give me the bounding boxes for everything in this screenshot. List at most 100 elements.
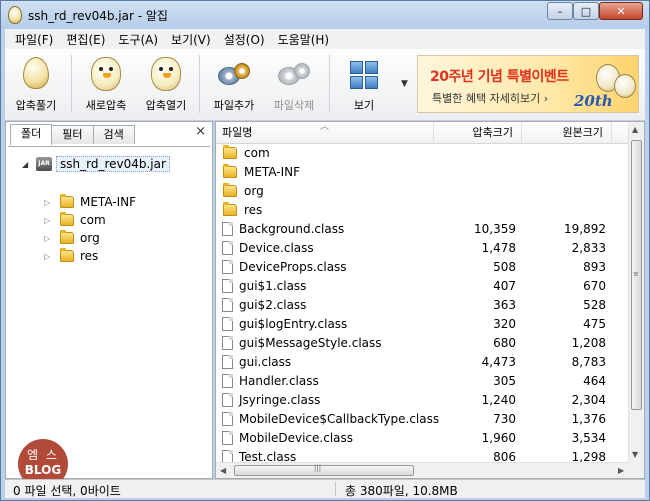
tab-folder[interactable]: 폴더 — [10, 124, 53, 145]
window-controls: – □ ✕ — [547, 2, 643, 20]
folder-icon — [60, 248, 74, 262]
close-panel-icon[interactable]: × — [195, 124, 206, 139]
scroll-left-icon[interactable]: ◀ — [220, 466, 226, 475]
column-packed[interactable]: 압축크기 — [434, 122, 522, 144]
collapse-icon[interactable]: ◢ — [22, 160, 36, 169]
menu-view[interactable]: 보기(V) — [165, 31, 218, 48]
tab-search[interactable]: 검색 — [92, 125, 135, 144]
delete-file-button[interactable]: 파일삭제 — [263, 53, 325, 117]
folder-icon — [223, 202, 237, 216]
table-row[interactable]: gui.class 4,473 8,783 — [216, 353, 630, 372]
file-name-cell: Device.class — [222, 241, 314, 255]
file-icon — [222, 298, 233, 312]
table-row[interactable]: DeviceProps.class 508 893 — [216, 258, 630, 277]
tree-node[interactable]: ▷ META-INF — [44, 193, 136, 211]
packed-size: 508 — [493, 260, 516, 274]
original-size: 2,833 — [571, 241, 606, 255]
original-size: 1,376 — [571, 412, 606, 426]
add-file-button[interactable]: 파일추가 — [203, 53, 265, 117]
close-button[interactable]: ✕ — [599, 2, 643, 20]
menu-settings[interactable]: 설정(O) — [218, 31, 272, 48]
file-name: MobileDevice$CallbackType.class — [239, 412, 440, 426]
menu-file[interactable]: 파일(F) — [9, 31, 60, 48]
tree-root[interactable]: ◢ JAR ssh_rd_rev04b.jar — [22, 155, 170, 173]
file-name: gui$MessageStyle.class — [239, 336, 382, 350]
column-size[interactable]: 원본크기 — [522, 122, 612, 144]
table-row[interactable]: org — [216, 182, 630, 201]
table-row[interactable]: gui$logEntry.class 320 475 — [216, 315, 630, 334]
vertical-scrollbar[interactable]: ▲ ≡ ▼ — [628, 122, 644, 462]
expand-icon[interactable]: ▷ — [44, 234, 60, 243]
file-name: Device.class — [239, 241, 314, 255]
horizontal-scroll-thumb[interactable] — [234, 465, 414, 476]
file-name: gui.class — [239, 355, 292, 369]
status-bar: 0 파일 선택, 0바이트 총 380파일, 10.8MB — [5, 479, 645, 498]
banner-headline: 20주년 기념 특별이벤트 — [430, 69, 569, 85]
folder-panel: 폴더 필터 검색 × ◢ JAR ssh_rd_rev04b.jar ▷ MET… — [5, 121, 213, 489]
table-row[interactable]: Handler.class 305 464 — [216, 372, 630, 391]
open-archive-button[interactable]: 압축열기 — [135, 53, 197, 117]
tree-node[interactable]: ▷ org — [44, 229, 100, 247]
view-button[interactable]: 보기 — [333, 53, 395, 117]
table-row[interactable]: Test.class 806 1,298 — [216, 448, 630, 462]
view-dropdown-icon[interactable]: ▼ — [401, 79, 408, 89]
table-row[interactable]: Device.class 1,478 2,833 — [216, 239, 630, 258]
menu-edit[interactable]: 편집(E) — [60, 31, 112, 48]
toolbar-divider — [199, 55, 200, 113]
file-name: gui$2.class — [239, 298, 307, 312]
scroll-down-icon[interactable]: ▼ — [632, 450, 638, 459]
expand-icon[interactable]: ▷ — [44, 216, 60, 225]
file-name: META-INF — [244, 165, 301, 179]
file-name-cell: gui$MessageStyle.class — [222, 336, 382, 350]
list-header: 파일명 ︿ 압축크기 원본크기 — [216, 122, 630, 144]
menu-tools[interactable]: 도구(A) — [112, 31, 165, 48]
column-name[interactable]: 파일명 ︿ — [216, 122, 434, 144]
file-name: gui$1.class — [239, 279, 307, 293]
chick-open-icon — [151, 57, 181, 91]
tree-root-label[interactable]: ssh_rd_rev04b.jar — [56, 156, 170, 172]
table-row[interactable]: Background.class 10,359 19,892 — [216, 220, 630, 239]
horizontal-scrollbar[interactable]: ◀ ||| ▶ — [216, 462, 630, 478]
expand-icon[interactable]: ▷ — [44, 252, 60, 261]
file-icon — [222, 317, 233, 331]
tab-filter[interactable]: 필터 — [51, 125, 94, 144]
file-name: DeviceProps.class — [239, 260, 347, 274]
packed-size: 730 — [493, 412, 516, 426]
expand-icon[interactable]: ▷ — [44, 198, 60, 207]
folder-icon — [60, 230, 74, 244]
title-bar[interactable]: ssh_rd_rev04b.jar - 알집 – □ ✕ — [1, 1, 649, 29]
packed-size: 1,960 — [481, 431, 516, 445]
maximize-button[interactable]: □ — [573, 2, 599, 20]
add-file-icon — [218, 63, 250, 89]
table-row[interactable]: res — [216, 201, 630, 220]
file-icon — [222, 393, 233, 407]
minimize-button[interactable]: – — [547, 2, 573, 20]
file-name: MobileDevice.class — [239, 431, 354, 445]
table-row[interactable]: gui$1.class 407 670 — [216, 277, 630, 296]
table-row[interactable]: MobileDevice$CallbackType.class 730 1,376 — [216, 410, 630, 429]
file-list-panel: 파일명 ︿ 압축크기 원본크기 com META-INF org res Backgro… — [215, 121, 645, 479]
menu-help[interactable]: 도움말(H) — [272, 31, 337, 48]
banner-egg-icon — [614, 74, 636, 98]
folder-icon — [223, 183, 237, 197]
table-row[interactable]: META-INF — [216, 163, 630, 182]
file-name-cell: Background.class — [222, 222, 344, 236]
tree-node[interactable]: ▷ com — [44, 211, 106, 229]
scroll-up-icon[interactable]: ▲ — [632, 125, 638, 134]
packed-size: 407 — [493, 279, 516, 293]
table-row[interactable]: gui$2.class 363 528 — [216, 296, 630, 315]
table-row[interactable]: gui$MessageStyle.class 680 1,208 — [216, 334, 630, 353]
tree-node[interactable]: ▷ res — [44, 247, 98, 265]
scroll-right-icon[interactable]: ▶ — [618, 466, 624, 475]
toolbar-divider — [71, 55, 72, 113]
watermark-line1: 엠 스 — [27, 448, 59, 462]
file-icon — [222, 450, 233, 462]
app-window: ssh_rd_rev04b.jar - 알집 – □ ✕ 파일(F) 편집(E)… — [0, 0, 650, 501]
file-name-cell: Handler.class — [222, 374, 319, 388]
table-row[interactable]: com — [216, 144, 630, 163]
extract-button[interactable]: 압축풀기 — [5, 53, 67, 117]
promo-banner[interactable]: 20주년 기념 특별이벤트 특별한 혜택 자세히보기 › 20th — [417, 55, 639, 113]
new-archive-button[interactable]: 새로압축 — [75, 53, 137, 117]
table-row[interactable]: MobileDevice.class 1,960 3,534 — [216, 429, 630, 448]
table-row[interactable]: Jsyringe.class 1,240 2,304 — [216, 391, 630, 410]
